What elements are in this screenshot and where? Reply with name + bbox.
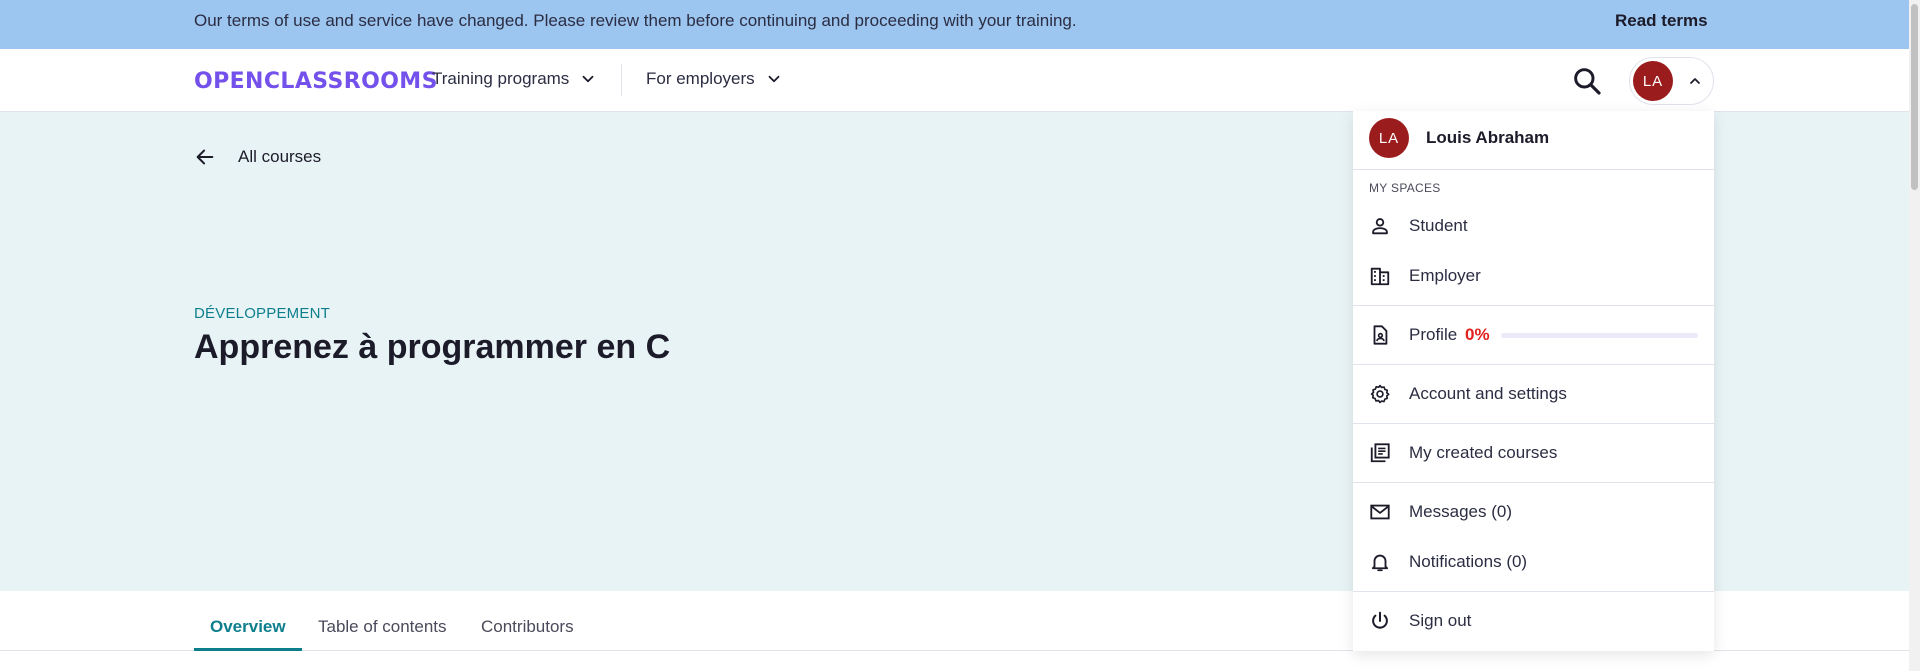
menu-item-student[interactable]: Student: [1353, 202, 1714, 250]
tab-table-of-contents[interactable]: Table of contents: [318, 617, 447, 637]
menu-item-created-courses-label: My created courses: [1409, 443, 1558, 462]
bell-icon: [1371, 554, 1389, 572]
avatar: LA: [1633, 61, 1673, 101]
user-menu-button[interactable]: LA: [1629, 57, 1714, 105]
menu-item-notifications[interactable]: Notifications (0): [1353, 538, 1714, 586]
profile-document-icon: [1373, 325, 1388, 345]
menu-item-employer-label: Employer: [1409, 266, 1481, 285]
menu-divider: [1353, 591, 1714, 592]
menu-divider: [1353, 423, 1714, 424]
all-courses-link[interactable]: All courses: [194, 146, 321, 168]
menu-item-account-settings[interactable]: Account and settings: [1353, 370, 1714, 418]
menu-item-profile[interactable]: Profile 0%: [1353, 311, 1714, 359]
menu-divider: [1353, 482, 1714, 483]
terms-banner: Our terms of use and service have change…: [0, 0, 1909, 49]
envelope-icon: [1370, 504, 1390, 520]
active-tab-indicator: [194, 648, 302, 651]
arrow-left-icon: [196, 149, 214, 165]
menu-item-sign-out-label: Sign out: [1409, 611, 1472, 630]
openclassrooms-logo[interactable]: OPENCLASSROOMS: [194, 69, 438, 94]
search-icon[interactable]: [1571, 65, 1603, 97]
user-menu-dropdown: LA Louis Abraham MY SPACES Student Emplo…: [1353, 111, 1714, 651]
user-menu-header: LA Louis Abraham: [1353, 111, 1714, 170]
chevron-up-icon: [1690, 78, 1700, 84]
menu-item-sign-out[interactable]: Sign out: [1353, 597, 1714, 645]
menu-item-profile-label: Profile: [1409, 325, 1458, 344]
nav-for-employers[interactable]: For employers: [646, 69, 783, 89]
menu-divider: [1353, 305, 1714, 306]
nav-training-programs[interactable]: Training programs: [432, 69, 597, 89]
scrollbar-thumb[interactable]: [1911, 4, 1918, 190]
profile-completion-percent: 0%: [1465, 325, 1490, 344]
menu-item-student-label: Student: [1409, 216, 1468, 235]
tab-contributors[interactable]: Contributors: [481, 617, 574, 637]
my-spaces-label: MY SPACES: [1369, 181, 1441, 195]
menu-item-messages-label: Messages (0): [1409, 502, 1512, 521]
person-icon: [1372, 218, 1388, 235]
all-courses-label: All courses: [238, 147, 322, 166]
menu-item-employer[interactable]: Employer: [1353, 252, 1714, 300]
power-icon: [1372, 611, 1388, 629]
nav-divider: [621, 64, 622, 96]
user-name: Louis Abraham: [1426, 128, 1550, 147]
read-terms-link[interactable]: Read terms: [1615, 11, 1708, 31]
nav-training-programs-label: Training programs: [432, 69, 570, 88]
menu-item-account-settings-label: Account and settings: [1409, 384, 1567, 403]
course-title: Apprenez à programmer en C: [194, 328, 671, 366]
menu-item-messages[interactable]: Messages (0): [1353, 488, 1714, 536]
terms-banner-message: Our terms of use and service have change…: [194, 11, 1077, 30]
menu-item-notifications-label: Notifications (0): [1409, 552, 1528, 571]
chevron-down-icon: [768, 75, 780, 83]
page-scrollbar[interactable]: [1909, 0, 1920, 671]
chevron-down-icon: [582, 75, 594, 83]
tab-overview[interactable]: Overview: [210, 617, 286, 637]
menu-divider: [1353, 364, 1714, 365]
menu-item-created-courses[interactable]: My created courses: [1353, 429, 1714, 477]
avatar: LA: [1369, 118, 1409, 158]
profile-progress-bar: [1501, 333, 1698, 338]
building-icon: [1370, 267, 1390, 286]
site-header: OPENCLASSROOMS Training programs For emp…: [0, 49, 1909, 112]
nav-for-employers-label: For employers: [646, 69, 755, 88]
library-books-icon: [1370, 443, 1390, 463]
course-category: DÉVELOPPEMENT: [194, 305, 330, 322]
gear-icon: [1370, 384, 1390, 404]
